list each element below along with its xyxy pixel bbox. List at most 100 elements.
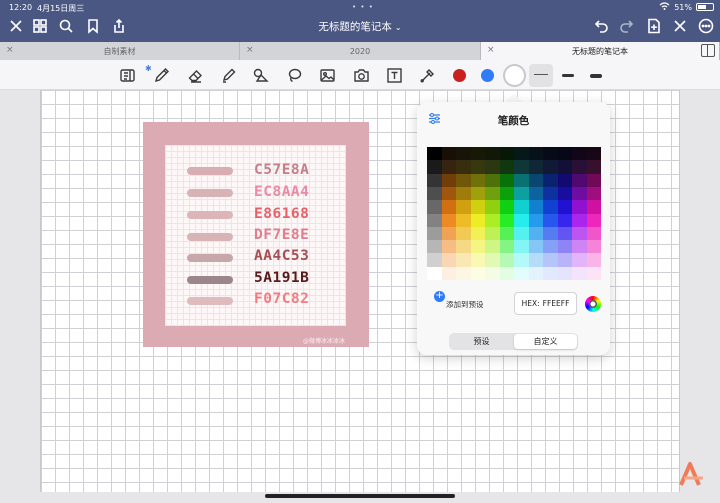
more-icon[interactable] <box>697 17 715 35</box>
color-cell[interactable] <box>543 266 558 280</box>
laser-pointer-icon[interactable] <box>418 66 436 84</box>
color-cell[interactable] <box>557 147 572 161</box>
color-cell[interactable] <box>441 186 456 201</box>
color-cell[interactable] <box>456 186 471 201</box>
color-cell[interactable] <box>441 200 456 214</box>
color-cell[interactable] <box>514 253 529 267</box>
color-cell[interactable] <box>586 186 601 201</box>
color-cell[interactable] <box>572 213 587 227</box>
close-editor-icon[interactable] <box>671 17 689 35</box>
color-cell[interactable] <box>586 253 601 267</box>
tab-2020[interactable]: × 2020 <box>240 42 481 60</box>
color-cell[interactable] <box>470 213 485 227</box>
color-cell[interactable] <box>557 266 572 280</box>
home-indicator[interactable] <box>265 494 455 498</box>
color-cell[interactable] <box>572 240 587 254</box>
color-cell[interactable] <box>514 160 529 174</box>
color-cell[interactable] <box>528 173 543 187</box>
color-cell[interactable] <box>499 253 514 267</box>
tab-close-icon[interactable]: × <box>487 45 495 55</box>
color-cell[interactable] <box>586 173 601 187</box>
color-cell[interactable] <box>441 253 456 267</box>
color-cell[interactable] <box>572 173 587 187</box>
color-cell[interactable] <box>427 213 442 227</box>
color-swatch-blue[interactable] <box>481 69 494 82</box>
color-cell[interactable] <box>586 147 601 161</box>
color-cell[interactable] <box>485 226 500 241</box>
color-cell[interactable] <box>586 213 601 227</box>
color-cell[interactable] <box>485 160 500 174</box>
color-cell[interactable] <box>557 160 572 174</box>
color-cell[interactable] <box>456 173 471 187</box>
color-cell[interactable] <box>470 186 485 201</box>
thickness-thick-button[interactable] <box>590 74 602 78</box>
image-tool-icon[interactable] <box>318 66 336 84</box>
color-cell[interactable] <box>557 240 572 254</box>
segment-custom[interactable]: 自定义 <box>514 334 577 349</box>
undo-icon[interactable] <box>592 17 610 35</box>
color-cell[interactable] <box>557 200 572 214</box>
text-tool-icon[interactable] <box>385 66 403 84</box>
color-cell[interactable] <box>427 173 442 187</box>
color-cell[interactable] <box>572 147 587 161</box>
color-cell[interactable] <box>514 173 529 187</box>
color-cell[interactable] <box>456 200 471 214</box>
color-cell[interactable] <box>499 147 514 161</box>
color-cell[interactable] <box>470 266 485 280</box>
color-cell[interactable] <box>543 240 558 254</box>
eraser-tool-icon[interactable] <box>186 66 204 84</box>
color-cell[interactable] <box>470 240 485 254</box>
add-page-icon[interactable] <box>645 17 663 35</box>
pen-tool-icon[interactable] <box>152 66 170 84</box>
color-cell[interactable] <box>514 240 529 254</box>
color-cell[interactable] <box>499 226 514 241</box>
color-cell[interactable] <box>470 253 485 267</box>
color-cell[interactable] <box>528 240 543 254</box>
color-cell[interactable] <box>514 147 529 161</box>
color-cell[interactable] <box>543 186 558 201</box>
color-cell[interactable] <box>427 226 442 241</box>
color-cell[interactable] <box>485 240 500 254</box>
color-cell[interactable] <box>499 240 514 254</box>
color-cell[interactable] <box>470 147 485 161</box>
color-cell[interactable] <box>456 226 471 241</box>
color-cell[interactable] <box>441 266 456 280</box>
color-cell[interactable] <box>441 240 456 254</box>
shape-tool-icon[interactable] <box>251 66 269 84</box>
thickness-thin-button[interactable] <box>529 64 553 87</box>
add-preset-label[interactable]: 添加到预设 <box>446 299 484 310</box>
tab-自制素材[interactable]: × 自制素材 <box>0 42 240 60</box>
tab-close-icon[interactable]: × <box>246 45 254 55</box>
color-cell[interactable] <box>543 253 558 267</box>
color-cell[interactable] <box>499 266 514 280</box>
color-cell[interactable] <box>543 173 558 187</box>
color-cell[interactable] <box>514 226 529 241</box>
color-cell[interactable] <box>514 266 529 280</box>
color-cell[interactable] <box>470 200 485 214</box>
hex-input[interactable]: HEX: FFEEFF <box>514 292 577 315</box>
color-cell[interactable] <box>528 226 543 241</box>
color-cell[interactable] <box>543 200 558 214</box>
color-cell[interactable] <box>456 253 471 267</box>
color-cell[interactable] <box>427 200 442 214</box>
thickness-medium-button[interactable] <box>562 74 574 77</box>
color-cell[interactable] <box>572 200 587 214</box>
color-cell[interactable] <box>586 240 601 254</box>
color-cell[interactable] <box>485 147 500 161</box>
color-cell[interactable] <box>572 186 587 201</box>
color-swatch-red[interactable] <box>453 69 466 82</box>
color-cell[interactable] <box>528 186 543 201</box>
color-cell[interactable] <box>470 226 485 241</box>
color-cell[interactable] <box>427 240 442 254</box>
color-cell[interactable] <box>557 253 572 267</box>
color-cell[interactable] <box>572 160 587 174</box>
color-cell[interactable] <box>427 253 442 267</box>
color-cell[interactable] <box>485 200 500 214</box>
color-cell[interactable] <box>499 200 514 214</box>
color-cell[interactable] <box>586 226 601 241</box>
color-swatch-selected[interactable] <box>505 66 524 85</box>
tab-close-icon[interactable]: × <box>6 45 14 55</box>
color-cell[interactable] <box>470 173 485 187</box>
color-cell[interactable] <box>514 200 529 214</box>
color-cell[interactable] <box>456 160 471 174</box>
